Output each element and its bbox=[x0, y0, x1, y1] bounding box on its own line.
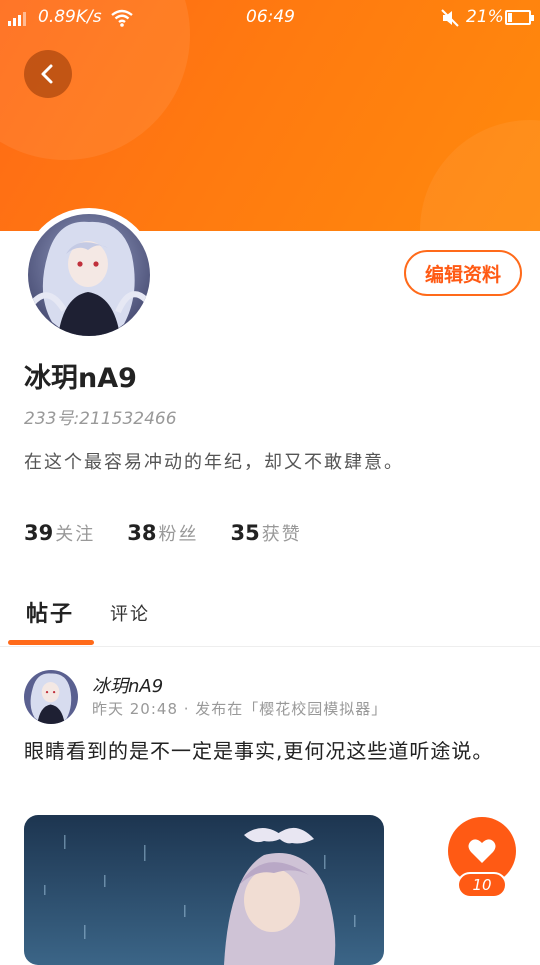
post-text[interactable]: 眼睛看到的是不一定是事实,更何况这些道听途说。 bbox=[24, 736, 524, 767]
stat-label: 关注 bbox=[55, 524, 96, 545]
heart-icon bbox=[468, 839, 496, 863]
stat-value: 35 bbox=[230, 521, 260, 545]
signal-icon bbox=[8, 12, 26, 26]
battery-icon bbox=[505, 10, 534, 25]
post-author-avatar[interactable] bbox=[24, 670, 78, 724]
stat-label: 获赞 bbox=[261, 524, 302, 545]
profile-header-banner: 0.89K/s 06:49 21% bbox=[0, 0, 540, 231]
profile-stats: 39 关注 38 粉丝 35 获赞 bbox=[24, 520, 334, 546]
stat-value: 39 bbox=[24, 521, 54, 545]
user-id: 233号:211532466 bbox=[24, 409, 177, 429]
stat-followers[interactable]: 38 粉丝 bbox=[127, 520, 198, 546]
battery-fill bbox=[508, 13, 512, 22]
avatar[interactable] bbox=[28, 214, 150, 336]
chevron-left-icon bbox=[41, 64, 53, 84]
wifi-icon bbox=[111, 9, 133, 27]
post-meta: 昨天 20:48 · 发布在「樱花校园模拟器」 bbox=[92, 700, 388, 718]
like-count: 10 bbox=[457, 872, 507, 898]
clock: 06:49 bbox=[246, 7, 295, 27]
post-image[interactable] bbox=[24, 815, 384, 965]
avatar-image bbox=[24, 670, 78, 724]
network-speed: 0.89K/s bbox=[38, 7, 102, 27]
bio: 在这个最容易冲动的年纪，却又不敢肆意。 bbox=[24, 452, 404, 473]
avatar-frame bbox=[22, 208, 156, 342]
tab-posts[interactable]: 帖子 bbox=[26, 596, 74, 628]
back-button[interactable] bbox=[24, 50, 72, 98]
battery-percent: 21% bbox=[466, 7, 504, 27]
stat-following[interactable]: 39 关注 bbox=[24, 520, 95, 546]
banner-decoration bbox=[420, 120, 540, 231]
tab-comments[interactable]: 评论 bbox=[110, 600, 150, 626]
stat-value: 38 bbox=[127, 521, 157, 545]
post-image-art bbox=[24, 815, 384, 965]
stat-likes[interactable]: 35 获赞 bbox=[230, 520, 301, 546]
username: 冰玥nA9 bbox=[24, 363, 137, 394]
status-bar: 0.89K/s 06:49 21% bbox=[0, 0, 540, 36]
profile-tabs: 帖子 评论 bbox=[0, 590, 540, 647]
post-author-name[interactable]: 冰玥nA9 bbox=[92, 672, 163, 698]
edit-profile-button[interactable]: 编辑资料 bbox=[404, 250, 522, 296]
mute-icon bbox=[441, 9, 459, 27]
active-tab-indicator bbox=[8, 640, 94, 645]
stat-label: 粉丝 bbox=[158, 524, 199, 545]
avatar-image bbox=[28, 214, 150, 336]
